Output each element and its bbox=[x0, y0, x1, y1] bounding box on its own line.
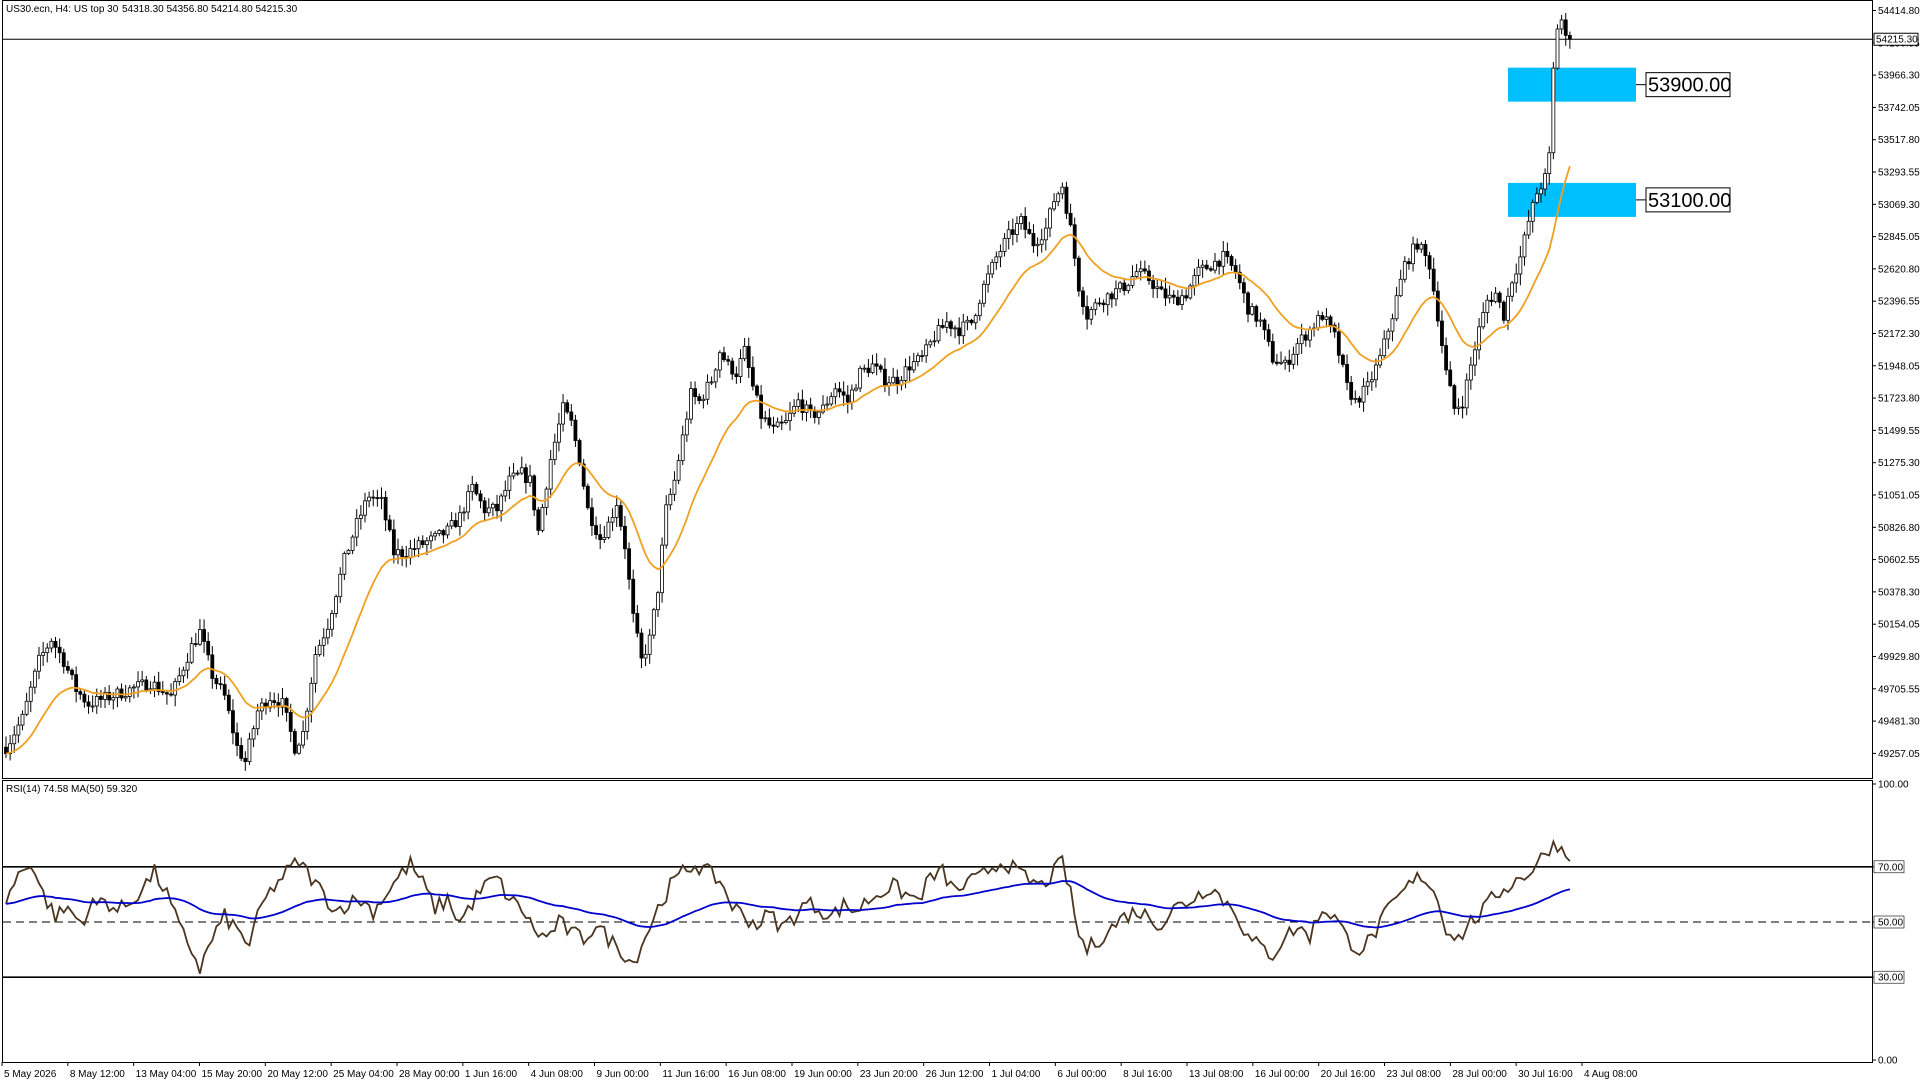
level-label: 53900.00 bbox=[1648, 75, 1731, 97]
price-tick-label: 53069.30 bbox=[1878, 200, 1920, 211]
time-axis: 5 May 2026 8 May 12:00 13 May 04:00 15 May … bbox=[1, 1062, 1638, 1080]
trading-chart[interactable]: US30.ecn, H4: US top 30 54318.30 54356.8… bbox=[0, 0, 1920, 1080]
candle bbox=[1064, 181, 1069, 220]
candle bbox=[585, 483, 590, 510]
rsi-label: RSI(14) 74.58 MA(50) 59.320 bbox=[6, 784, 138, 795]
rsi-axis: 100.00 70.00 50.00 30.00 0.00 bbox=[1872, 780, 1909, 1067]
price-tick-label: 54414.80 bbox=[1878, 6, 1920, 17]
time-tick-label: 26 Jun 12:00 bbox=[926, 1069, 984, 1080]
price-tick-label: 50154.05 bbox=[1878, 620, 1920, 631]
time-tick-label: 15 May 20:00 bbox=[202, 1069, 263, 1080]
time-tick-label: 28 Jul 00:00 bbox=[1452, 1069, 1507, 1080]
level-zone: 53900.00 bbox=[1507, 67, 1731, 102]
price-tick-label: 53966.30 bbox=[1878, 71, 1920, 82]
candle bbox=[474, 481, 479, 496]
price-tick-label: 49929.80 bbox=[1878, 652, 1920, 663]
candle bbox=[1188, 283, 1193, 300]
price-tick-label: 51499.55 bbox=[1878, 426, 1920, 437]
rsi-tick-label: 0.00 bbox=[1878, 1056, 1898, 1067]
price-tick-label: 52845.05 bbox=[1878, 232, 1920, 243]
candle bbox=[858, 365, 863, 392]
time-tick-label: 25 May 04:00 bbox=[333, 1069, 394, 1080]
price-tick-label: 49257.05 bbox=[1878, 749, 1920, 760]
price-tick-label: 51948.05 bbox=[1878, 361, 1920, 372]
candle bbox=[540, 503, 545, 533]
level-zone: 53100.00 bbox=[1507, 182, 1731, 217]
price-tick-label: 49705.55 bbox=[1878, 684, 1920, 695]
candle bbox=[532, 474, 537, 517]
candle bbox=[1551, 62, 1556, 160]
time-tick-label: 23 Jul 08:00 bbox=[1387, 1069, 1442, 1080]
time-tick-label: 8 Jul 16:00 bbox=[1123, 1069, 1172, 1080]
price-tick-label: 51723.80 bbox=[1878, 394, 1920, 405]
time-tick-label: 8 May 12:00 bbox=[70, 1069, 125, 1080]
price-tick-label: 53517.80 bbox=[1878, 135, 1920, 146]
time-tick-label: 1 Jun 16:00 bbox=[465, 1069, 518, 1080]
candle bbox=[1076, 255, 1081, 297]
time-tick-label: 4 Aug 08:00 bbox=[1584, 1069, 1638, 1080]
time-tick-label: 20 Jul 16:00 bbox=[1321, 1069, 1376, 1080]
price-tick-label: 53293.55 bbox=[1878, 168, 1920, 179]
candle bbox=[581, 459, 586, 490]
current-price-label: 54215.30 bbox=[1873, 32, 1919, 46]
rsi-tick-label: 30.00 bbox=[1878, 973, 1903, 984]
time-tick-label: 13 May 04:00 bbox=[136, 1069, 197, 1080]
price-panel[interactable] bbox=[2, 0, 1873, 779]
rsi-tick-label: 50.00 bbox=[1878, 918, 1903, 929]
time-tick-label: 5 May 2026 bbox=[4, 1069, 57, 1080]
time-tick-label: 13 Jul 08:00 bbox=[1189, 1069, 1244, 1080]
time-tick-label: 23 Jun 20:00 bbox=[860, 1069, 918, 1080]
rsi-tick-label: 100.00 bbox=[1878, 780, 1909, 791]
candle bbox=[577, 438, 582, 467]
candle bbox=[660, 537, 664, 603]
time-tick-label: 30 Jul 16:00 bbox=[1518, 1069, 1573, 1080]
time-tick-label: 11 Jun 16:00 bbox=[662, 1069, 720, 1080]
price-axis: 54414.8054190.5553966.3053742.0553517.80… bbox=[1872, 6, 1920, 760]
time-tick-label: 19 Jun 00:00 bbox=[794, 1069, 852, 1080]
candle bbox=[651, 607, 656, 639]
price-tick-label: 51275.30 bbox=[1878, 458, 1920, 469]
price-tick-label: 53742.05 bbox=[1878, 103, 1920, 114]
time-tick-label: 6 Jul 00:00 bbox=[1057, 1069, 1106, 1080]
time-tick-label: 20 May 12:00 bbox=[267, 1069, 328, 1080]
time-tick-label: 16 Jun 08:00 bbox=[728, 1069, 786, 1080]
time-tick-label: 4 Jun 08:00 bbox=[531, 1069, 584, 1080]
price-tick-label: 52172.30 bbox=[1878, 329, 1920, 340]
time-tick-label: 1 Jul 04:00 bbox=[992, 1069, 1041, 1080]
time-tick-label: 28 May 00:00 bbox=[399, 1069, 460, 1080]
price-tick-label: 50378.30 bbox=[1878, 587, 1920, 598]
candle bbox=[292, 728, 297, 756]
candle bbox=[1555, 24, 1560, 70]
level-label: 53100.00 bbox=[1648, 190, 1731, 212]
price-tick-label: 49481.30 bbox=[1878, 717, 1920, 728]
price-tick-label: 52396.55 bbox=[1878, 297, 1920, 308]
candle bbox=[1501, 300, 1506, 324]
price-tick-label: 51051.05 bbox=[1878, 490, 1920, 501]
price-tick-label: 50826.80 bbox=[1878, 523, 1920, 534]
price-tick-label: 52620.80 bbox=[1878, 264, 1920, 275]
ohlc-values: 54318.30 54356.80 54214.80 54215.30 bbox=[122, 4, 298, 15]
svg-text:54215.30: 54215.30 bbox=[1876, 35, 1918, 46]
candle bbox=[982, 280, 986, 308]
time-tick-label: 16 Jul 00:00 bbox=[1255, 1069, 1310, 1080]
rsi-tick-label: 70.00 bbox=[1878, 862, 1903, 873]
time-tick-label: 9 Jun 00:00 bbox=[597, 1069, 650, 1080]
symbol-info: US30.ecn, H4: US top 30 bbox=[6, 4, 119, 15]
price-tick-label: 50602.55 bbox=[1878, 555, 1920, 566]
